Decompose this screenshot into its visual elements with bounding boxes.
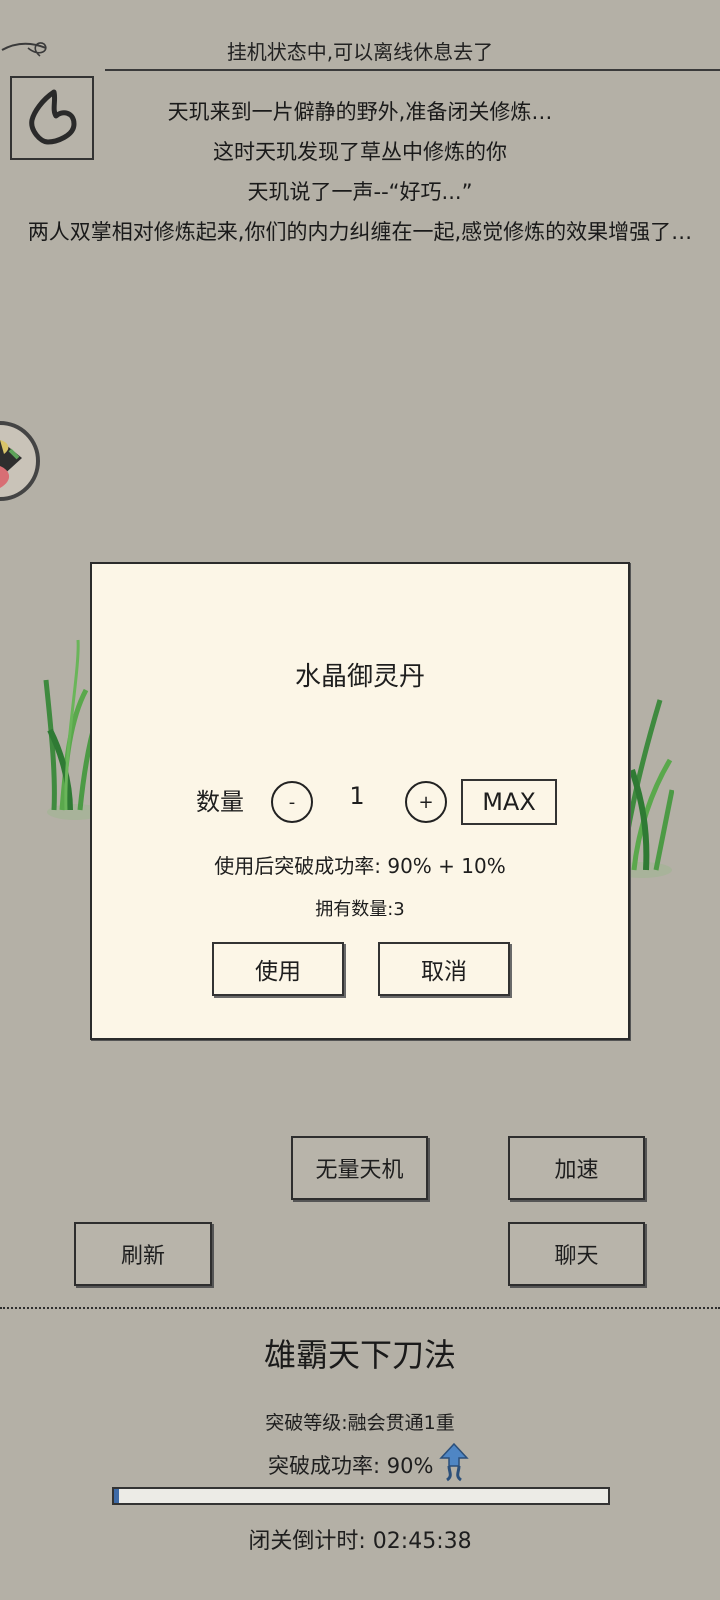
story-line: 这时天玑发现了草丛中修炼的你 (213, 140, 507, 164)
plus-icon: + (418, 791, 434, 813)
item-name: 水晶御灵丹 (294, 662, 425, 692)
success-rate-after-use: 使用后突破成功率: 90% + 10% (214, 854, 506, 878)
seclusion-countdown: 闭关倒计时: 02:45:38 (248, 1529, 472, 1554)
owned-count: 拥有数量:3 (315, 899, 405, 920)
quantity-value: 1 (349, 782, 365, 810)
header-divider (105, 69, 720, 71)
use-item-dialog: 水晶御灵丹 数量 - 1 + MAX 使用后突破成功率: 90% + 10% 拥… (90, 562, 630, 1040)
cultivation-progress-bar (112, 1487, 610, 1505)
story-text: 天玑来到一片僻静的野外,准备闭关修炼… 这时天玑发现了草丛中修炼的你 天玑说了一… (14, 92, 706, 252)
side-menu-icon[interactable] (0, 418, 42, 504)
skill-name: 雄霸天下刀法 (263, 1336, 456, 1374)
story-line: 天玑来到一片僻静的野外,准备闭关修炼… (167, 100, 553, 124)
story-line: 两人双掌相对修炼起来,你们的内力纠缠在一起,感觉修炼的效果增强了… (27, 220, 693, 244)
story-line: 天玑说了一声--“好巧...” (247, 180, 473, 204)
breakthrough-rate: 突破成功率: 90% (268, 1454, 434, 1478)
quantity-label: 数量 (196, 788, 244, 816)
breakthrough-rate-row: 突破成功率: 90% (268, 1442, 470, 1482)
increase-quantity-button[interactable]: + (405, 781, 447, 823)
minus-icon: - (288, 791, 296, 813)
status-title: 挂机状态中,可以离线休息去了 (226, 40, 494, 64)
decrease-quantity-button[interactable]: - (271, 781, 313, 823)
refresh-button[interactable]: 刷新 (74, 1222, 212, 1286)
progress-fill (114, 1489, 119, 1503)
cancel-button[interactable]: 取消 (378, 942, 510, 996)
up-arrow-icon[interactable] (439, 1442, 470, 1482)
breakthrough-level: 突破等级:融会贯通1重 (265, 1412, 455, 1434)
chat-button[interactable]: 聊天 (508, 1222, 645, 1286)
speed-up-button[interactable]: 加速 (508, 1136, 645, 1200)
section-divider (0, 1307, 720, 1309)
wuliang-tianji-button[interactable]: 无量天机 (291, 1136, 428, 1200)
max-quantity-button[interactable]: MAX (461, 779, 557, 825)
use-button[interactable]: 使用 (212, 942, 344, 996)
